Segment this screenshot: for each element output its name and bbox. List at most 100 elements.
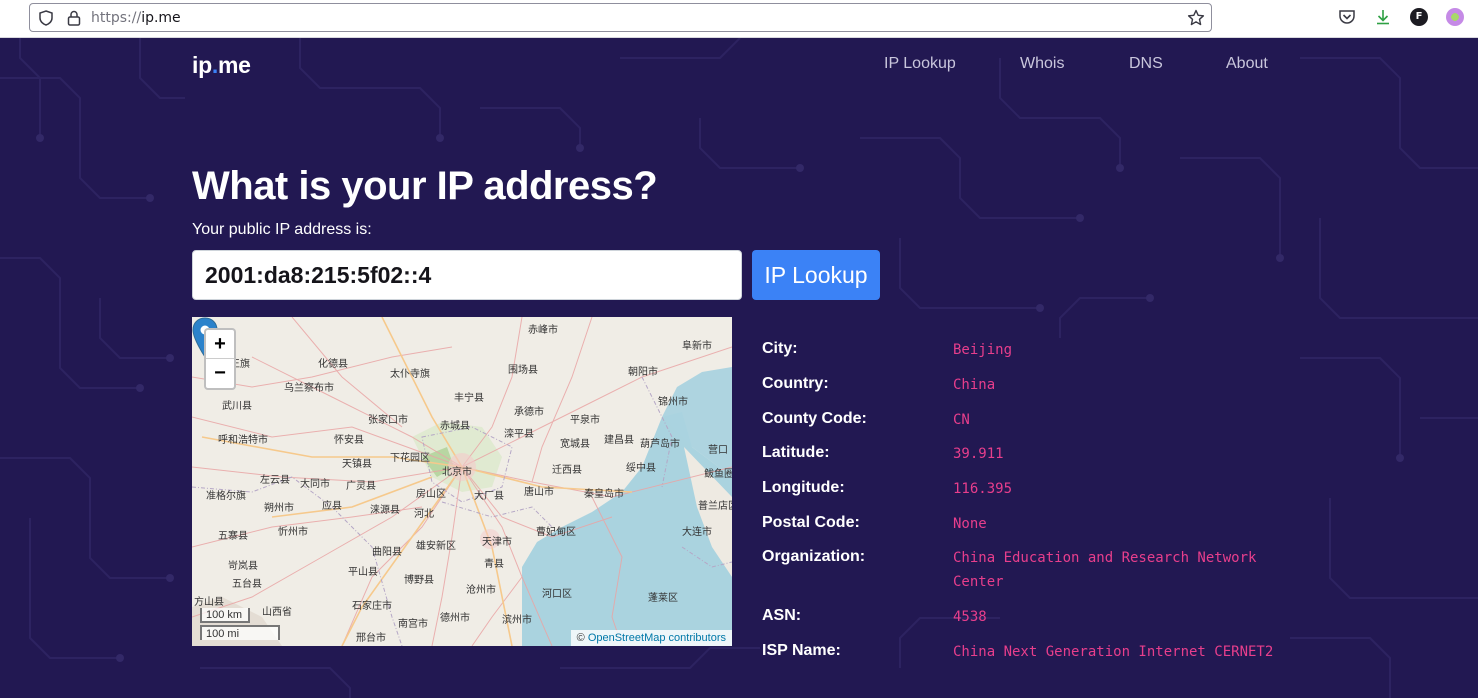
map-label: 秦皇岛市 xyxy=(584,489,624,500)
url-scheme: https:// xyxy=(91,10,142,26)
map-label: 大厂县 xyxy=(474,491,504,502)
map-label: 曹妃甸区 xyxy=(536,527,576,538)
nav-whois[interactable]: Whois xyxy=(1020,55,1064,73)
map-label: 左云县 xyxy=(260,475,290,486)
info-value: CN xyxy=(953,412,970,428)
url-host: ip.me xyxy=(141,10,181,26)
info-value: China xyxy=(953,377,996,393)
info-label: ISP Name: xyxy=(762,642,841,659)
info-value: None xyxy=(953,516,987,532)
nav-about[interactable]: About xyxy=(1226,55,1268,73)
map-label: 怀安县 xyxy=(334,435,364,446)
ip-address-field[interactable] xyxy=(192,250,742,300)
info-label: Latitude: xyxy=(762,444,830,461)
map-label: 普兰店区 xyxy=(698,501,732,512)
map-label: 呼和浩特市 xyxy=(218,435,268,446)
map-label: 沧州市 xyxy=(466,585,496,596)
browser-toolbar: https://ip.me F xyxy=(0,0,1478,38)
map-label: 丰宁县 xyxy=(454,393,484,404)
zoom-in-button[interactable]: + xyxy=(206,330,234,359)
info-label: ASN: xyxy=(762,607,802,624)
map-label: 承德市 xyxy=(514,407,544,418)
osm-link[interactable]: OpenStreetMap contributors xyxy=(588,632,726,644)
map-label: 宽城县 xyxy=(560,439,590,450)
map-attribution: © OpenStreetMap contributors xyxy=(570,630,732,646)
map-label: 应县 xyxy=(322,501,342,512)
info-label: Postal Code: xyxy=(762,514,860,531)
map-label: 忻州市 xyxy=(278,527,308,538)
bookmark-star-icon[interactable] xyxy=(1187,9,1205,27)
map-label: 葫芦岛市 xyxy=(640,439,680,450)
info-value: Beijing xyxy=(953,342,1013,358)
url-text[interactable]: https://ip.me xyxy=(91,10,181,26)
scale-km: 100 km xyxy=(200,608,250,623)
map-label: 张家口市 xyxy=(368,415,408,426)
map-label: 朔州市 xyxy=(264,503,294,514)
map-label: 曲阳县 xyxy=(372,547,402,558)
map-label: 平泉市 xyxy=(570,415,600,426)
logo-main: ip xyxy=(192,52,212,78)
nav-dns[interactable]: DNS xyxy=(1129,55,1163,73)
map-label: 大连市 xyxy=(682,527,712,538)
info-label: City: xyxy=(762,340,798,357)
map-label: 大同市 xyxy=(300,479,330,490)
map-label: 五寨县 xyxy=(218,531,248,542)
map-label: 天津市 xyxy=(482,537,512,548)
map-label: 迁西县 xyxy=(552,465,582,476)
ip-lookup-button[interactable]: IP Lookup xyxy=(752,250,880,300)
map-label: 五台县 xyxy=(232,579,262,590)
tracking-shield-icon[interactable] xyxy=(38,10,54,26)
map-label: 下花园区 xyxy=(390,453,430,464)
map-label: 唐山市 xyxy=(524,487,554,498)
map-label: 营口 xyxy=(708,445,728,456)
map-label: 化德县 xyxy=(318,359,348,370)
pocket-icon[interactable] xyxy=(1338,8,1356,26)
map-label: 博野县 xyxy=(404,575,434,586)
map-label: 河北 xyxy=(414,509,434,520)
lock-icon[interactable] xyxy=(66,9,82,27)
map-label: 准格尔旗 xyxy=(206,491,246,502)
info-label: Longitude: xyxy=(762,479,845,496)
nav-ip-lookup[interactable]: IP Lookup xyxy=(884,55,956,73)
page-content: ip.me IP Lookup Whois DNS About What is … xyxy=(0,38,1478,698)
map-label: 赤城县 xyxy=(440,421,470,432)
info-value: 116.395 xyxy=(953,481,1013,497)
info-value: 39.911 xyxy=(953,446,1004,462)
extension-icon[interactable] xyxy=(1446,8,1464,26)
map-label: 南宫市 xyxy=(398,619,428,630)
map-label: 德州市 xyxy=(440,613,470,624)
address-bar[interactable]: https://ip.me xyxy=(29,3,1212,32)
account-avatar[interactable]: F xyxy=(1410,8,1428,26)
map-label: 武川县 xyxy=(222,401,252,412)
map-label: 雄安新区 xyxy=(416,541,456,552)
page-title: What is your IP address? xyxy=(192,164,658,208)
map-label: 阜新市 xyxy=(682,341,712,352)
map-label: 滨州市 xyxy=(502,615,532,626)
site-logo[interactable]: ip.me xyxy=(192,52,251,79)
map-label: 赤峰市 xyxy=(528,325,558,336)
map-label: 山西省 xyxy=(262,607,292,618)
map-label: 乌兰察布市 xyxy=(284,383,334,394)
map-zoom-control: + − xyxy=(204,328,236,390)
map-label: 太仆寺旗 xyxy=(390,369,430,380)
location-map[interactable]: 赤峰市 阜新市 化德县 太仆寺旗 围场县 朝阳市 乌兰察布市 丰宁县 锦州市 武… xyxy=(192,317,732,646)
map-label: 锦州市 xyxy=(658,397,688,408)
map-label: 蓬莱区 xyxy=(648,593,678,604)
map-label: 绥中县 xyxy=(626,463,656,474)
map-label: 广灵县 xyxy=(346,481,376,492)
map-label: 北京市 xyxy=(442,467,472,478)
map-label: 滦平县 xyxy=(504,429,534,440)
map-label: 石家庄市 xyxy=(352,601,392,612)
zoom-out-button[interactable]: − xyxy=(206,359,234,388)
ip-caption: Your public IP address is: xyxy=(192,221,372,238)
map-label: 天镇县 xyxy=(342,459,372,470)
downloads-icon[interactable] xyxy=(1374,8,1392,26)
map-label: 建昌县 xyxy=(604,435,634,446)
map-label: 涞源县 xyxy=(370,505,400,516)
info-value: China Next Generation Internet CERNET2 xyxy=(953,644,1274,660)
map-label: 朝阳市 xyxy=(628,367,658,378)
info-value: 4538 xyxy=(953,609,987,625)
info-label: Organization: xyxy=(762,548,866,565)
map-label: 青县 xyxy=(484,559,504,570)
map-label: 河口区 xyxy=(542,589,572,600)
